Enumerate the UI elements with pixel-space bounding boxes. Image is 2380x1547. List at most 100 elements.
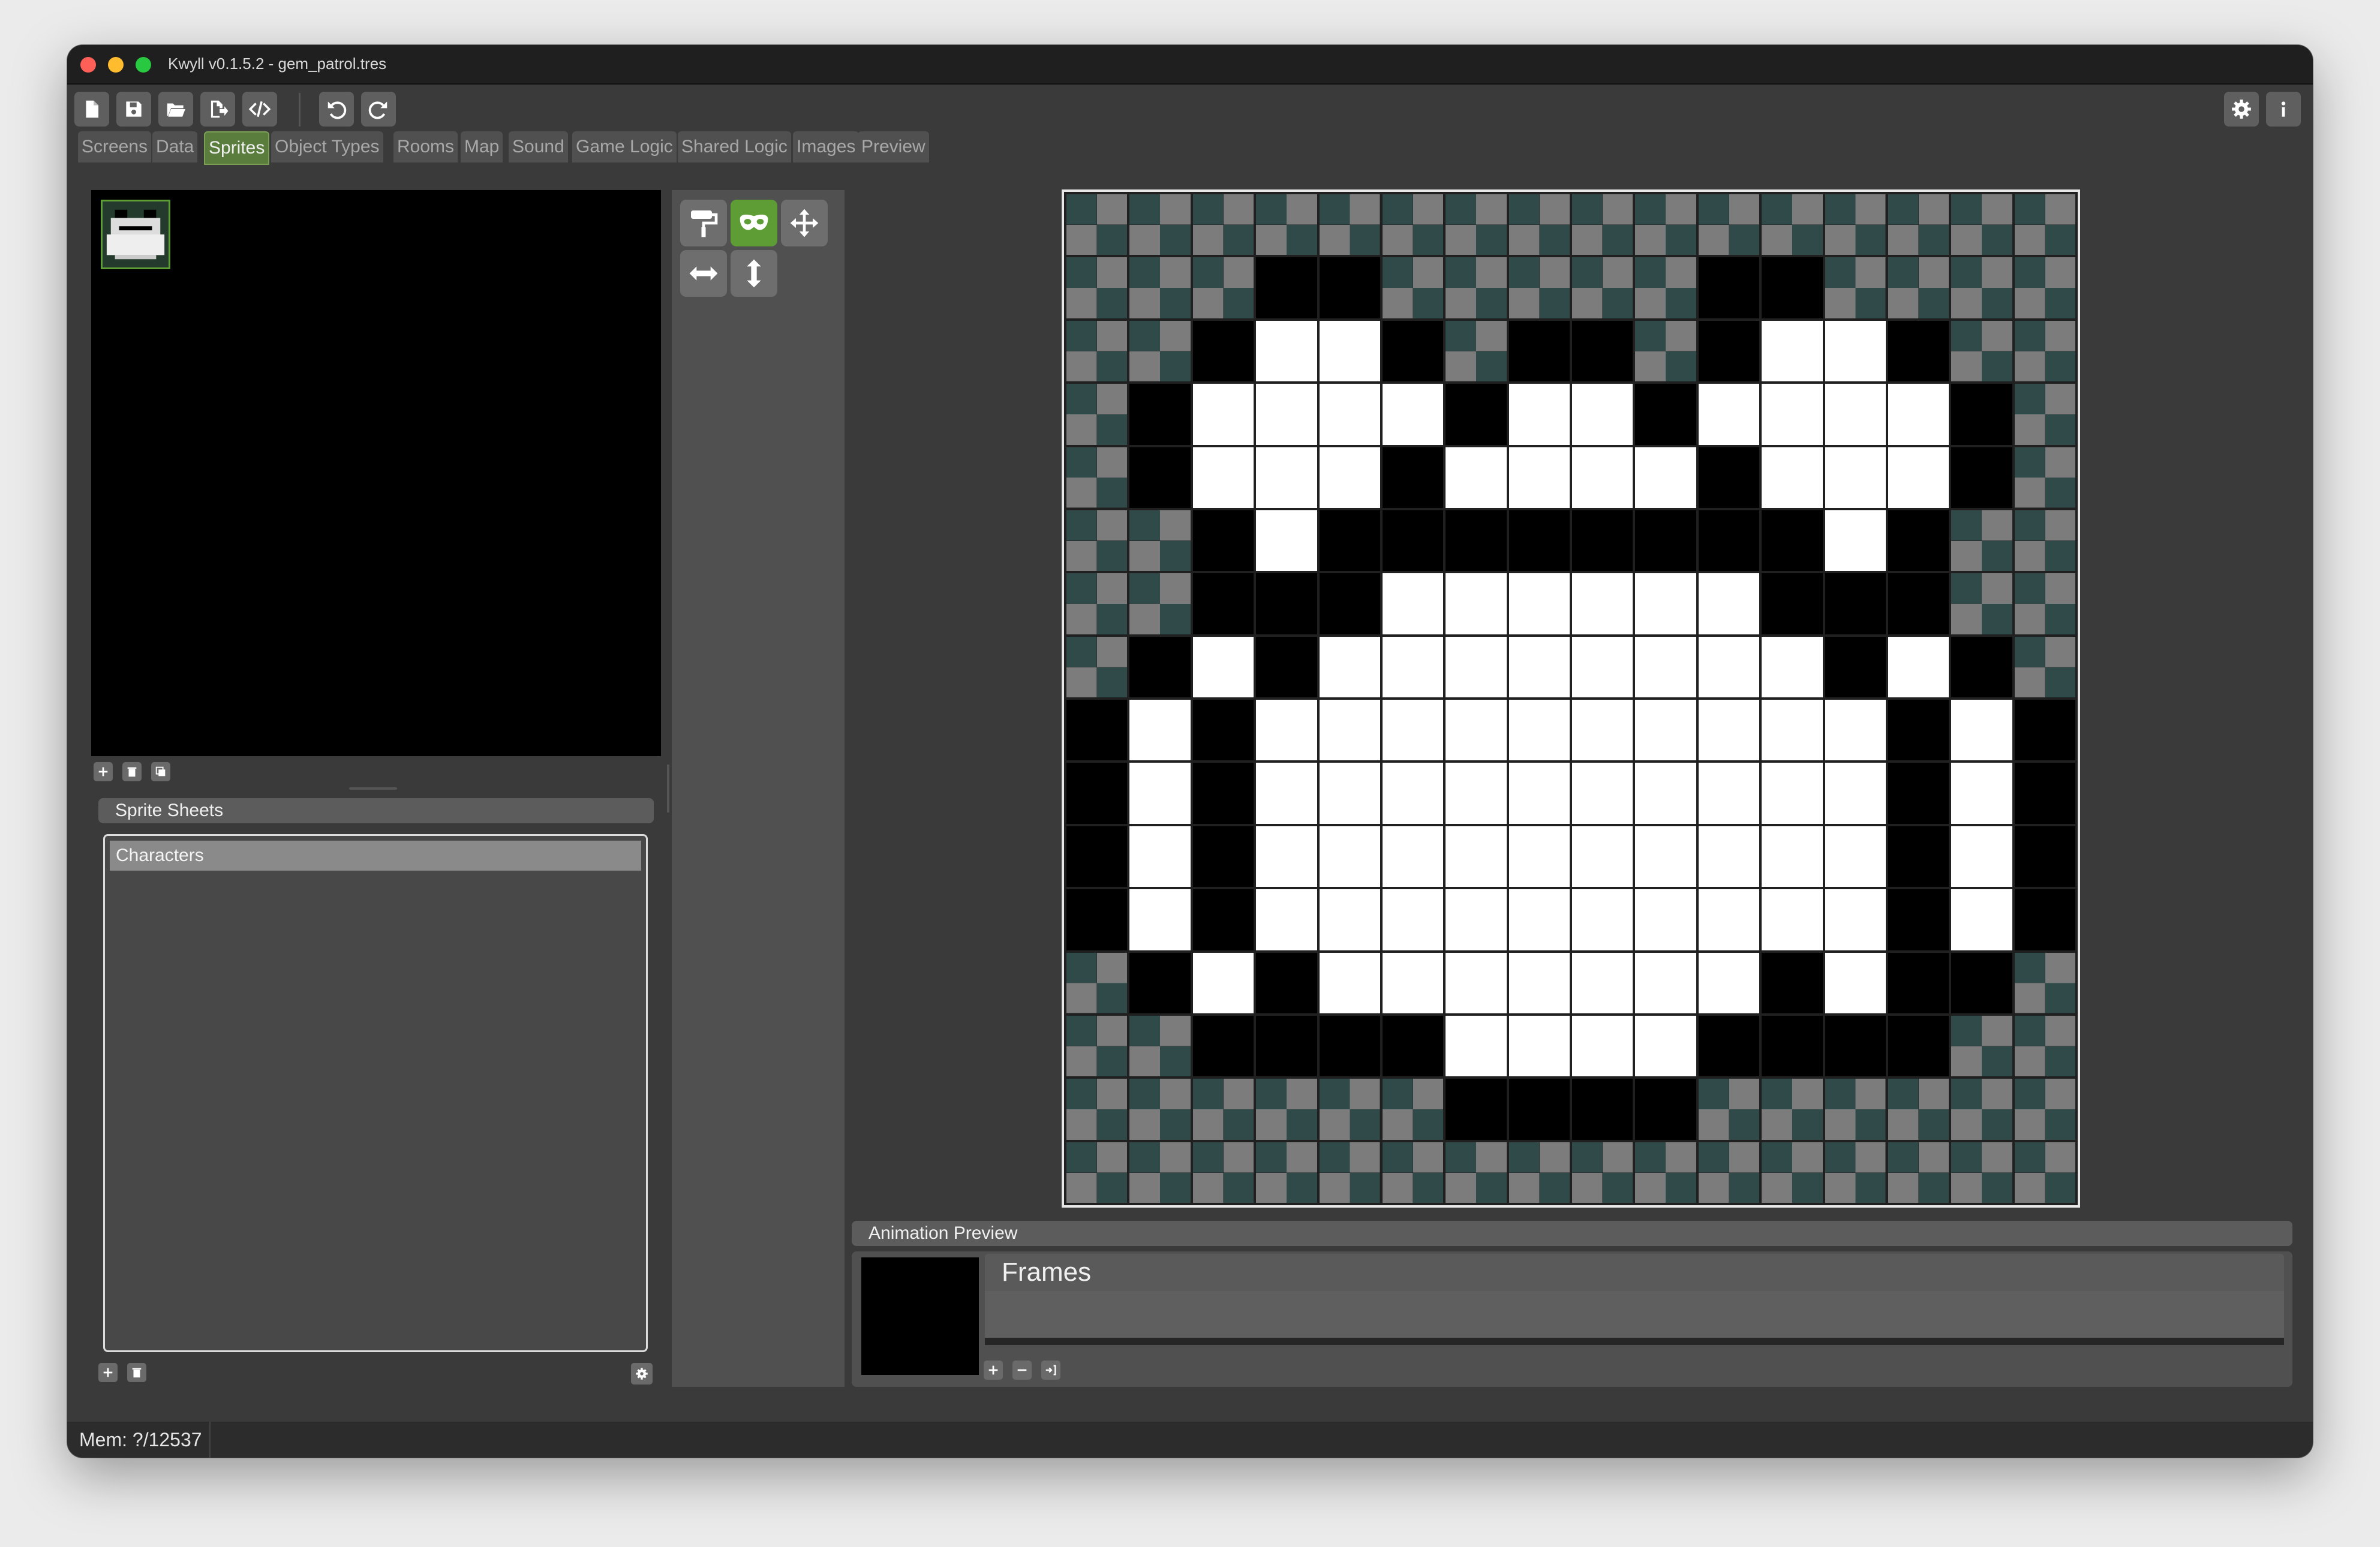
pixel-cell[interactable] <box>1951 384 2012 445</box>
pixel-cell[interactable] <box>1825 636 1886 697</box>
pixel-cell[interactable] <box>1762 447 1823 508</box>
pixel-cell[interactable] <box>1951 257 2012 318</box>
pixel-cell[interactable] <box>1508 447 1570 508</box>
pixel-cell[interactable] <box>1635 952 1696 1013</box>
pixel-cell[interactable] <box>1762 889 1823 950</box>
pixel-cell[interactable] <box>2014 636 2075 697</box>
pixel-cell[interactable] <box>1508 763 1570 824</box>
pixel-cell[interactable] <box>1192 384 1254 445</box>
pixel-cell[interactable] <box>1635 447 1696 508</box>
add-sprite-button[interactable] <box>94 762 113 781</box>
pixel-cell[interactable] <box>1508 384 1570 445</box>
pixel-cell[interactable] <box>1888 636 1949 697</box>
pixel-cell[interactable] <box>2014 510 2075 571</box>
pixel-cell[interactable] <box>1825 510 1886 571</box>
pixel-cell[interactable] <box>1635 573 1696 634</box>
pixel-cell[interactable] <box>1635 384 1696 445</box>
pixel-cell[interactable] <box>1825 889 1886 950</box>
pixel-cell[interactable] <box>1825 257 1886 318</box>
tab-sprites[interactable]: Sprites <box>204 131 270 165</box>
pixel-cell[interactable] <box>1698 384 1760 445</box>
pixel-cell[interactable] <box>1382 447 1444 508</box>
pixel-cell[interactable] <box>1572 952 1633 1013</box>
pixel-cell[interactable] <box>1762 826 1823 887</box>
pixel-cell[interactable] <box>1888 257 1949 318</box>
pixel-cell[interactable] <box>1192 700 1254 761</box>
pixel-cell[interactable] <box>1319 573 1380 634</box>
pixel-cell[interactable] <box>1698 320 1760 382</box>
pixel-cell[interactable] <box>1446 447 1507 508</box>
pixel-cell[interactable] <box>1762 257 1823 318</box>
pixel-cell[interactable] <box>1066 1142 1128 1203</box>
pixel-cell[interactable] <box>1066 952 1128 1013</box>
pixel-cell[interactable] <box>1192 952 1254 1013</box>
pixel-cell[interactable] <box>1888 447 1949 508</box>
pixel-cell[interactable] <box>1698 194 1760 255</box>
pixel-cell[interactable] <box>1446 889 1507 950</box>
pixel-cell[interactable] <box>2014 700 2075 761</box>
pixel-cell[interactable] <box>1192 826 1254 887</box>
pixel-cell[interactable] <box>1888 1015 1949 1077</box>
pixel-cell[interactable] <box>1951 320 2012 382</box>
add-sheet-button[interactable] <box>98 1363 118 1382</box>
info-button[interactable] <box>2266 92 2301 127</box>
pixel-cell[interactable] <box>1635 194 1696 255</box>
pixel-cell[interactable] <box>1256 257 1317 318</box>
tab-screens[interactable]: Screens <box>78 131 152 162</box>
pixel-cell[interactable] <box>1382 826 1444 887</box>
pixel-cell[interactable] <box>1635 826 1696 887</box>
pixel-cell[interactable] <box>1129 889 1191 950</box>
pixel-cell[interactable] <box>1508 573 1570 634</box>
pixel-cell[interactable] <box>2014 194 2075 255</box>
pixel-cell[interactable] <box>1129 573 1191 634</box>
flip-vertical-button[interactable] <box>731 250 777 297</box>
pixel-cell[interactable] <box>1825 384 1886 445</box>
pixel-cell[interactable] <box>1508 1079 1570 1140</box>
pixel-cell[interactable] <box>1635 320 1696 382</box>
pixel-cell[interactable] <box>1066 573 1128 634</box>
pixel-cell[interactable] <box>1446 320 1507 382</box>
pixel-cell[interactable] <box>1635 763 1696 824</box>
pixel-cell[interactable] <box>1192 510 1254 571</box>
pixel-cell[interactable] <box>1446 636 1507 697</box>
pixel-cell[interactable] <box>1951 573 2012 634</box>
redo-button[interactable] <box>361 92 396 127</box>
tab-game-logic[interactable]: Game Logic <box>572 131 677 162</box>
pixel-cell[interactable] <box>1698 889 1760 950</box>
minimize-window-button[interactable] <box>108 57 124 73</box>
pixel-cell[interactable] <box>2014 952 2075 1013</box>
pixel-cell[interactable] <box>2014 257 2075 318</box>
pixel-cell[interactable] <box>1256 1015 1317 1077</box>
pixel-cell[interactable] <box>1825 573 1886 634</box>
pixel-cell[interactable] <box>1698 257 1760 318</box>
pixel-cell[interactable] <box>1825 194 1886 255</box>
pixel-cell[interactable] <box>1762 700 1823 761</box>
pixel-cell[interactable] <box>1129 510 1191 571</box>
tab-rooms[interactable]: Rooms <box>393 131 458 162</box>
pixel-cell[interactable] <box>1446 952 1507 1013</box>
pixel-cell[interactable] <box>1382 573 1444 634</box>
pixel-cell[interactable] <box>1129 700 1191 761</box>
pixel-cell[interactable] <box>1382 384 1444 445</box>
pixel-cell[interactable] <box>1256 320 1317 382</box>
pixel-cell[interactable] <box>1129 826 1191 887</box>
vertical-splitter-handle[interactable] <box>667 765 669 812</box>
pixel-cell[interactable] <box>1508 257 1570 318</box>
pixel-cell[interactable] <box>1572 384 1633 445</box>
pixel-cell[interactable] <box>1382 700 1444 761</box>
pixel-cell[interactable] <box>1256 952 1317 1013</box>
pixel-cell[interactable] <box>1825 320 1886 382</box>
pixel-cell[interactable] <box>1129 257 1191 318</box>
pixel-cell[interactable] <box>1635 636 1696 697</box>
pixel-cell[interactable] <box>1508 1142 1570 1203</box>
pixel-cell[interactable] <box>1256 447 1317 508</box>
pixel-cell[interactable] <box>1825 700 1886 761</box>
pixel-cell[interactable] <box>1698 510 1760 571</box>
pixel-cell[interactable] <box>1762 320 1823 382</box>
pixel-cell[interactable] <box>1951 1142 2012 1203</box>
pixel-cell[interactable] <box>1256 636 1317 697</box>
remove-frame-button[interactable] <box>1012 1361 1032 1380</box>
pixel-cell[interactable] <box>1446 257 1507 318</box>
pixel-cell[interactable] <box>1762 573 1823 634</box>
pixel-cell[interactable] <box>1951 763 2012 824</box>
